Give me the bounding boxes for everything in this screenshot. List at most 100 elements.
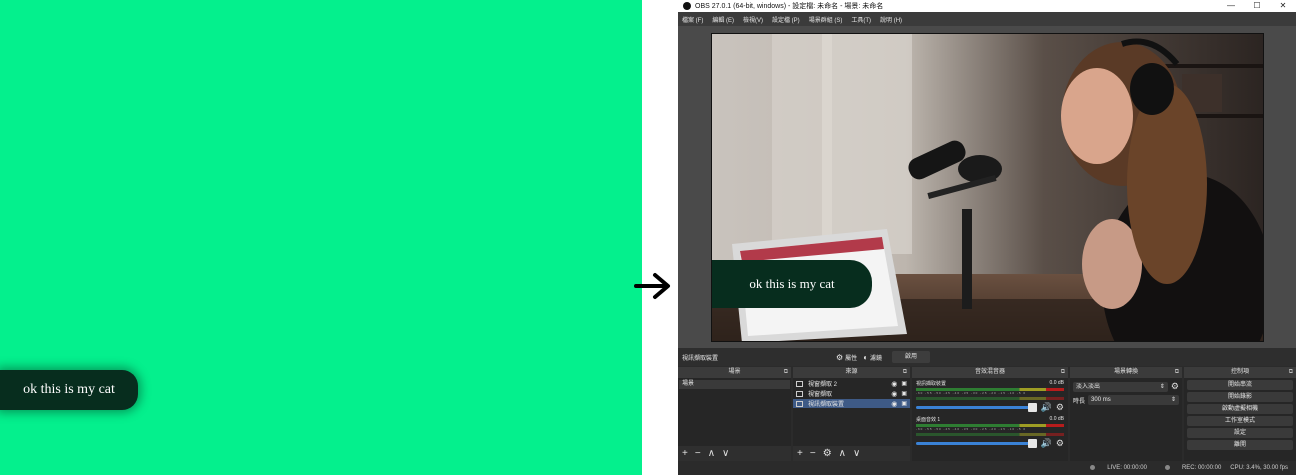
transition-select[interactable]: 淡入淡出 ⇕ — [1073, 381, 1168, 392]
source-settings-icon[interactable]: ⚙ — [823, 446, 832, 461]
dock-area: 場景 ⧉ 場景 + − ∧ ∨ 來源 ⧉ 視窗擷取 2 ◉ ▣ 視窗擷取 ◉ ▣… — [678, 367, 1296, 461]
scenes-dock-title: 場景 ⧉ — [678, 367, 791, 378]
lock-icon[interactable]: ▣ — [901, 380, 907, 387]
gear-icon[interactable]: ⚙ — [1056, 402, 1064, 413]
speaker-icon[interactable]: 🔊 — [1041, 402, 1052, 413]
close-button[interactable]: ✕ — [1270, 0, 1296, 12]
filters-button[interactable]: ◐ 濾鏡 — [863, 353, 882, 362]
menu-scene-collection[interactable]: 場景群組 (S) — [809, 15, 843, 24]
float-icon[interactable]: ⧉ — [1289, 367, 1293, 378]
channel-db: 0.0 dB — [1049, 416, 1064, 422]
add-source-icon[interactable]: + — [797, 446, 803, 461]
move-down-icon[interactable]: ∨ — [853, 446, 860, 461]
caption-overlay-text: ok this is my cat — [749, 276, 835, 291]
arrow-right-icon — [634, 273, 670, 299]
volume-meter — [916, 397, 1064, 400]
move-up-icon[interactable]: ∧ — [839, 446, 846, 461]
settings-button[interactable]: 設定 — [1187, 428, 1293, 438]
rec-time: REC: 00:00:00 — [1181, 465, 1222, 472]
obs-window: OBS 27.0.1 (64-bit, windows) - 設定檔: 未命名 … — [678, 0, 1296, 475]
chevron-updown-icon: ⇕ — [1159, 383, 1165, 390]
slider-handle[interactable] — [1027, 403, 1037, 412]
caption-text: ok this is my cat — [23, 382, 115, 397]
start-streaming-button[interactable]: 開始串流 — [1187, 380, 1293, 390]
caption-lower-third: ok this is my cat — [0, 370, 138, 410]
eye-icon[interactable]: ◉ — [891, 400, 897, 408]
gear-icon[interactable]: ⚙ — [1171, 381, 1179, 392]
mixer-channel: 視訊擷取裝置 0.0 dB -60 -55 -50 -45 -40 -35 -3… — [912, 378, 1068, 414]
properties-button[interactable]: ⚙ 屬性 — [836, 353, 857, 362]
window-capture-icon — [796, 380, 803, 387]
meter-ticks: -60 -55 -50 -45 -40 -35 -30 -25 -20 -15 … — [916, 391, 1027, 395]
sources-dock: 來源 ⧉ 視窗擷取 2 ◉ ▣ 視窗擷取 ◉ ▣ 視訊擷取裝置 ◉ ▣ + − … — [793, 367, 910, 461]
menu-help[interactable]: 說明 (H) — [880, 15, 902, 24]
transitions-dock: 場景轉換 ⧉ 淡入淡出 ⇕ ⚙ 時長 300 ms ⇕ — [1070, 367, 1182, 461]
menu-edit[interactable]: 編輯 (E) — [712, 15, 734, 24]
scene-list-item[interactable]: 場景 — [679, 380, 790, 389]
status-bar: LIVE: 00:00:00 REC: 00:00:00 CPU: 3.4%, … — [678, 461, 1296, 475]
volume-meter — [916, 433, 1064, 436]
source-label: 視窗擷取 2 — [808, 382, 838, 388]
start-virtual-camera-button[interactable]: 啟動虛擬相機 — [1187, 404, 1293, 414]
studio-mode-button[interactable]: 工作室模式 — [1187, 416, 1293, 426]
sources-title: 來源 — [845, 369, 858, 375]
add-scene-icon[interactable]: + — [682, 446, 688, 461]
mixer-dock-title: 音效混音器 ⧉ — [912, 367, 1068, 378]
source-item-selected[interactable]: 視訊擷取裝置 ◉ ▣ — [793, 399, 910, 408]
window-capture-icon — [796, 390, 803, 397]
menu-profile[interactable]: 設定檔 (P) — [772, 15, 800, 24]
menu-view[interactable]: 檢視(V) — [743, 15, 763, 24]
title-bar: OBS 27.0.1 (64-bit, windows) - 設定檔: 未命名 … — [678, 0, 1296, 12]
mixer-channel: 桌面音效 1 0.0 dB -60 -55 -50 -45 -40 -35 -3… — [912, 414, 1068, 450]
caption-overlay: ok this is my cat — [712, 260, 872, 308]
lock-icon[interactable]: ▣ — [901, 400, 907, 407]
filter-icon: ◐ — [863, 352, 869, 362]
start-recording-button[interactable]: 開始錄影 — [1187, 392, 1293, 402]
volume-slider[interactable] — [916, 403, 1037, 412]
rec-status: REC: 00:00:00 — [1156, 464, 1222, 472]
source-item[interactable]: 視窗擷取 2 ◉ ▣ — [793, 379, 910, 388]
move-down-icon[interactable]: ∨ — [722, 446, 729, 461]
float-icon[interactable]: ⧉ — [903, 367, 907, 378]
float-icon[interactable]: ⧉ — [1061, 367, 1065, 378]
duration-input[interactable]: 300 ms ⇕ — [1088, 395, 1179, 405]
preview-canvas[interactable]: ok this is my cat — [711, 33, 1264, 342]
float-icon[interactable]: ⧉ — [1175, 367, 1179, 378]
scenes-title: 場景 — [728, 369, 741, 375]
menu-tools[interactable]: 工具(T) — [851, 15, 871, 24]
cpu-fps-status: CPU: 3.4%, 30.00 fps — [1230, 465, 1288, 471]
gear-icon: ⚙ — [836, 352, 844, 362]
menu-bar: 檔案 (F) 編輯 (E) 檢視(V) 設定檔 (P) 場景群組 (S) 工具(… — [678, 12, 1296, 26]
volume-slider[interactable] — [916, 439, 1037, 448]
live-time: LIVE: 00:00:00 — [1107, 465, 1147, 472]
lock-icon[interactable]: ▣ — [901, 390, 907, 397]
menu-file[interactable]: 檔案 (F) — [682, 15, 703, 24]
eye-icon[interactable]: ◉ — [891, 390, 897, 398]
maximize-button[interactable]: ☐ — [1244, 0, 1270, 12]
activate-button[interactable]: 啟用 — [892, 351, 931, 363]
remove-scene-icon[interactable]: − — [695, 446, 701, 461]
source-toolbar: 視訊擷取裝置 ⚙ 屬性 ◐ 濾鏡 啟用 — [678, 348, 1296, 366]
rec-indicator-icon — [1164, 464, 1170, 470]
controls-dock-title: 控制項 ⧉ — [1184, 367, 1296, 378]
minimize-button[interactable]: — — [1218, 0, 1244, 12]
live-status: LIVE: 00:00:00 — [1081, 464, 1147, 472]
speaker-icon[interactable]: 🔊 — [1041, 438, 1052, 449]
source-label: 視窗擷取 — [808, 392, 833, 398]
exit-button[interactable]: 離開 — [1187, 440, 1293, 450]
scenes-dock: 場景 ⧉ 場景 + − ∧ ∨ — [678, 367, 791, 461]
preview-area: ok this is my cat — [678, 26, 1296, 348]
slider-handle[interactable] — [1027, 439, 1037, 448]
remove-source-icon[interactable]: − — [810, 446, 816, 461]
gear-icon[interactable]: ⚙ — [1056, 438, 1064, 449]
move-up-icon[interactable]: ∧ — [708, 446, 715, 461]
mixer-title: 音效混音器 — [974, 369, 1005, 375]
properties-label: 屬性 — [845, 355, 858, 362]
chroma-key-background: ok this is my cat — [0, 0, 642, 475]
eye-icon[interactable]: ◉ — [891, 380, 897, 388]
float-icon[interactable]: ⧉ — [784, 367, 788, 378]
filters-label: 濾鏡 — [870, 355, 883, 362]
source-item[interactable]: 視窗擷取 ◉ ▣ — [793, 389, 910, 398]
meter-ticks: -60 -55 -50 -45 -40 -35 -30 -25 -20 -15 … — [916, 427, 1027, 431]
camera-icon — [796, 400, 803, 407]
